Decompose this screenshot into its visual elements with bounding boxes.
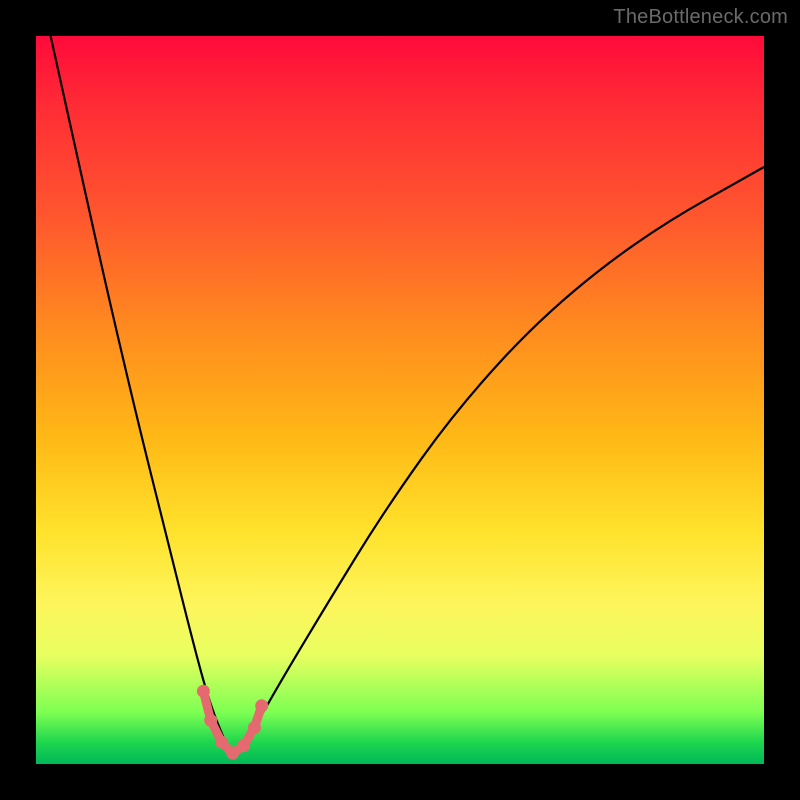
marker-dot bbox=[197, 685, 210, 698]
chart-svg bbox=[36, 36, 764, 764]
marker-dot bbox=[226, 747, 239, 760]
plot-area bbox=[36, 36, 764, 764]
optimal-range-markers bbox=[197, 685, 268, 760]
marker-dot bbox=[204, 714, 217, 727]
marker-dot bbox=[255, 699, 268, 712]
bottleneck-curve bbox=[51, 36, 764, 754]
marker-dot bbox=[237, 739, 250, 752]
watermark-text: TheBottleneck.com bbox=[613, 6, 788, 29]
marker-dot bbox=[215, 736, 228, 749]
chart-frame: TheBottleneck.com bbox=[0, 0, 800, 800]
marker-dot bbox=[248, 721, 261, 734]
